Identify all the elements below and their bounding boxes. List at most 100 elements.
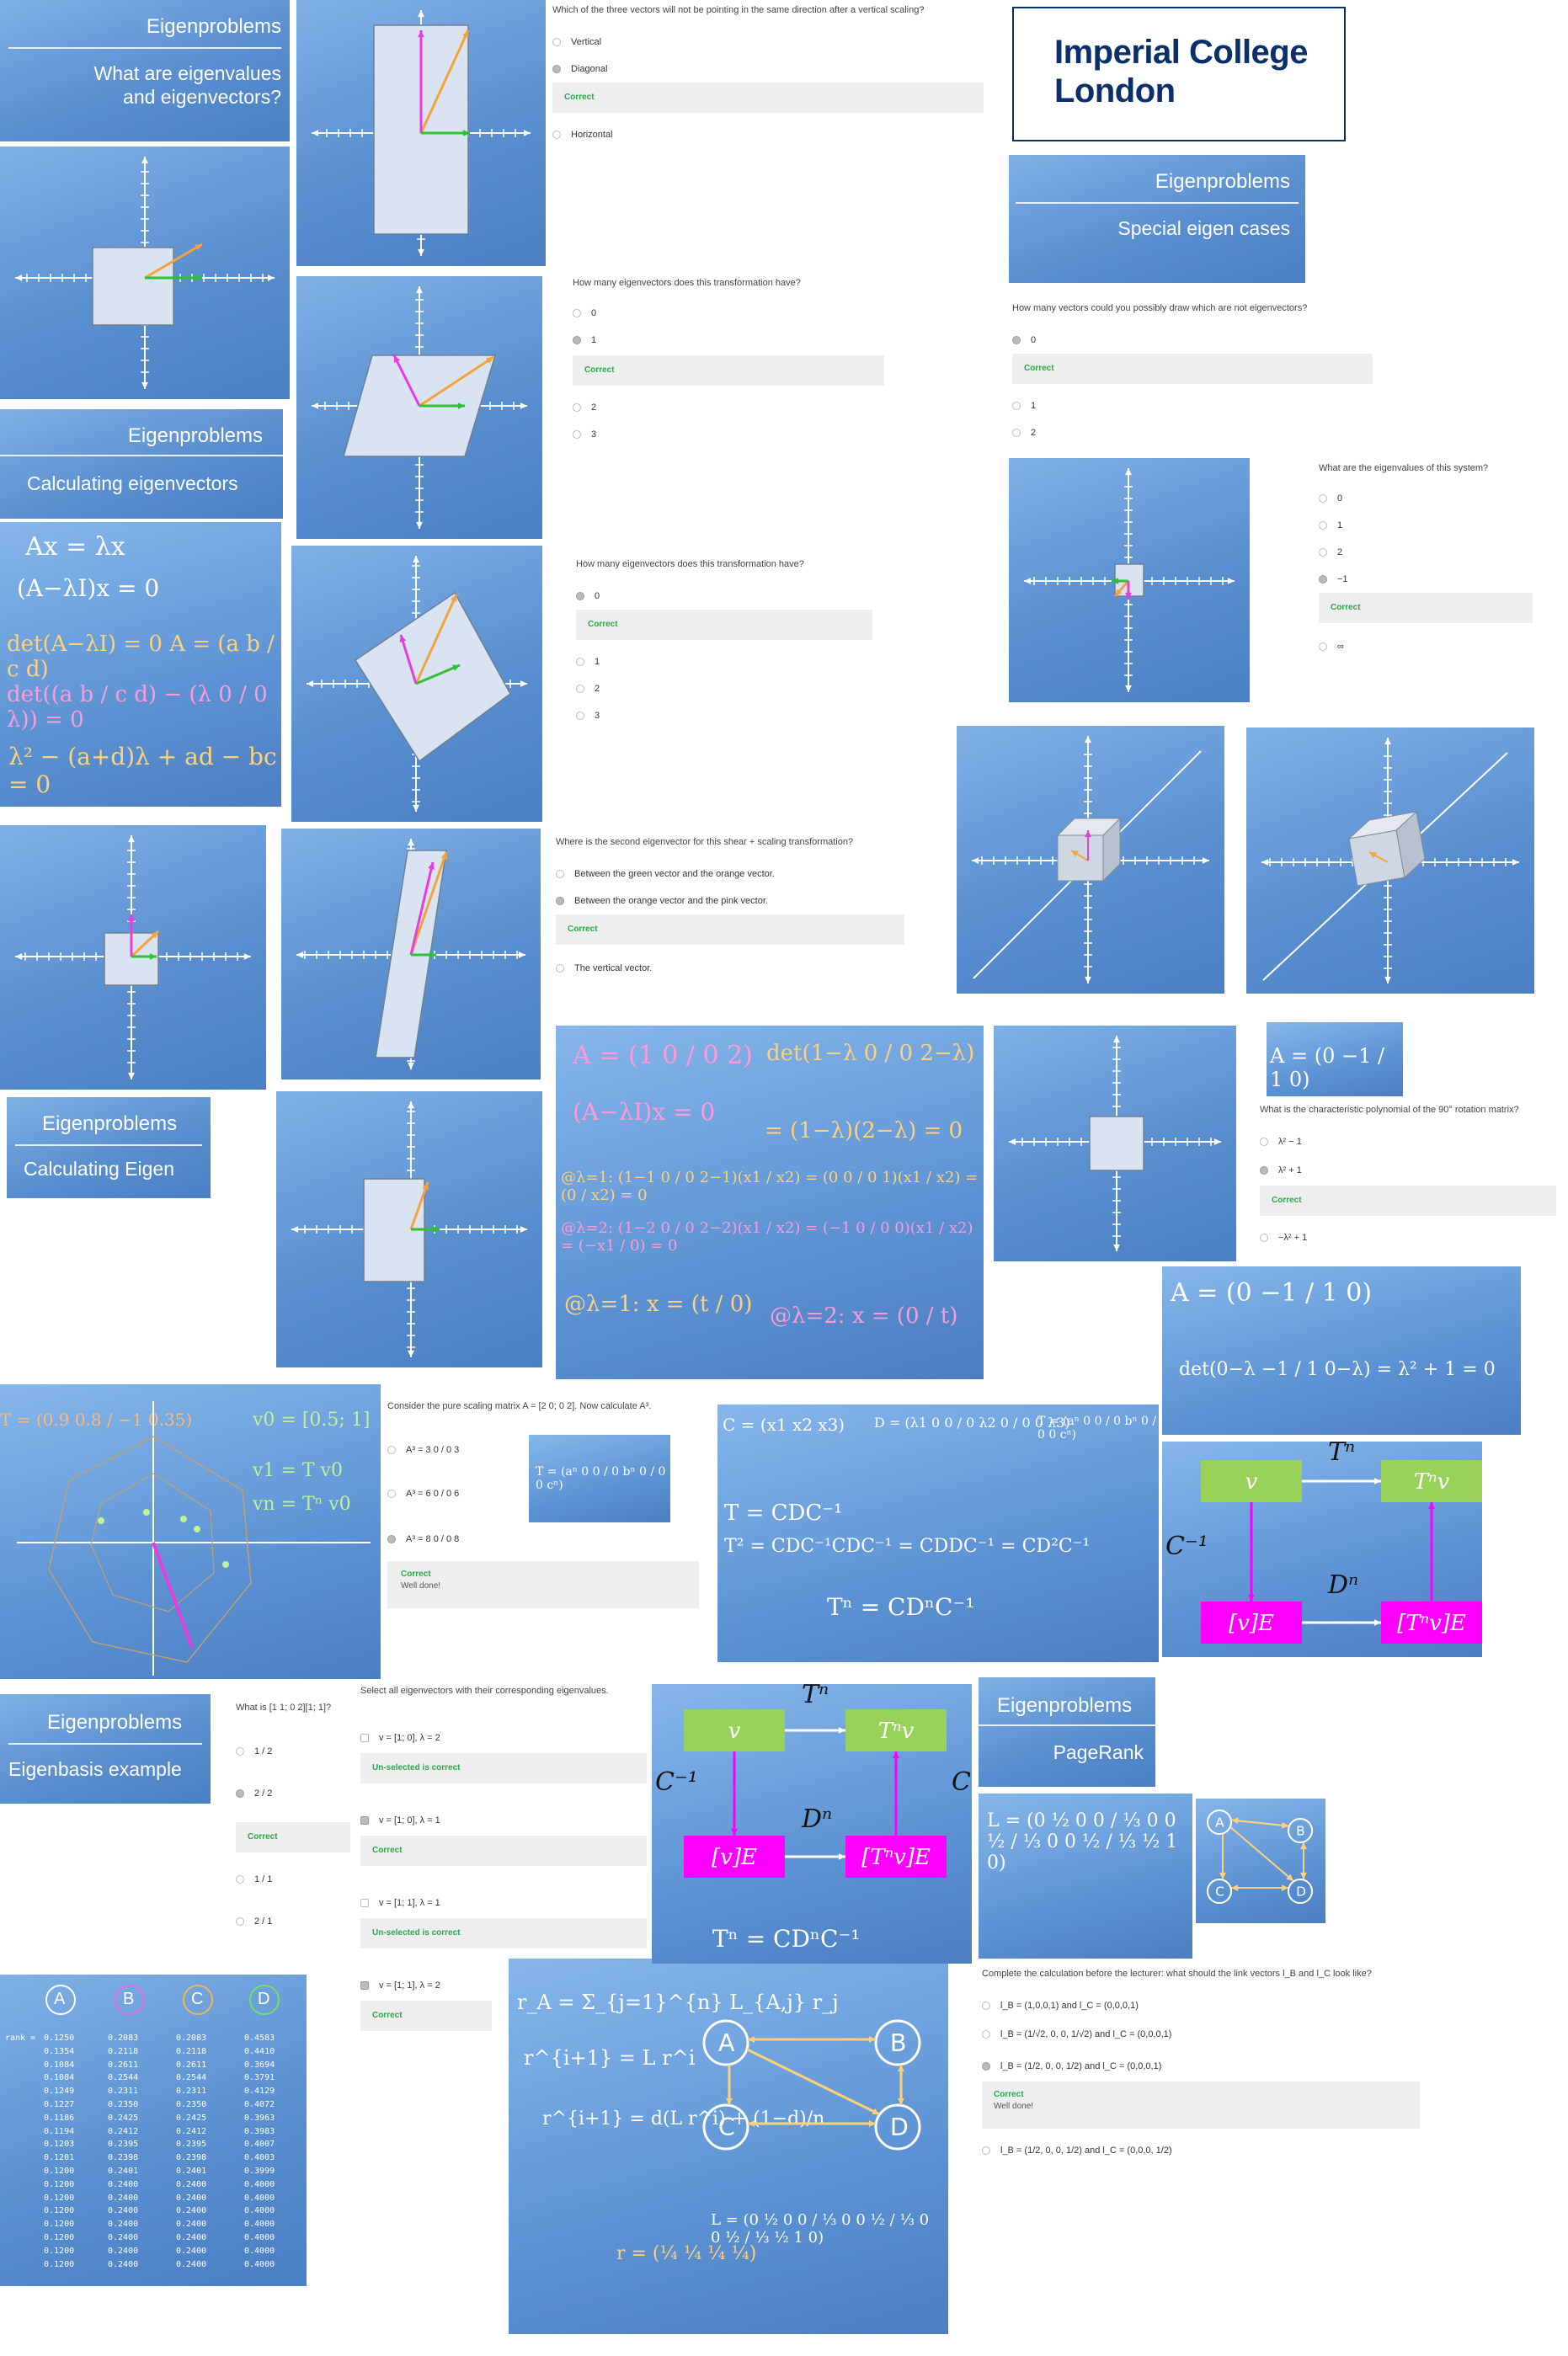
quiz-option[interactable]: ∞	[1319, 642, 1344, 652]
radio-icon[interactable]	[1260, 1234, 1268, 1243]
radio-icon[interactable]	[576, 658, 584, 667]
radio-icon[interactable]	[1012, 429, 1021, 438]
quiz-checkbox-option[interactable]: v = [1; 1], λ = 1	[360, 1898, 440, 1908]
quiz-feedback: Correct	[360, 1836, 647, 1866]
radio-icon[interactable]	[387, 1446, 396, 1455]
table-cell: 0.4129	[244, 2087, 275, 2097]
quiz-option[interactable]: l_B = (1,0,0,1) and l_C = (0,0,0,1)	[982, 2001, 1139, 2011]
title-card-eigenbasis-example: Eigenproblems Eigenbasis example	[0, 1694, 211, 1804]
radio-icon[interactable]	[982, 2030, 990, 2039]
quiz-option[interactable]: 1	[1012, 401, 1036, 411]
quiz-option[interactable]: 2	[573, 402, 596, 413]
quiz-option[interactable]: 0	[1319, 493, 1342, 504]
quiz-option[interactable]: Horizontal	[552, 130, 613, 140]
quiz-option[interactable]: A³ = 3 0 / 0 3	[387, 1445, 459, 1455]
radio-icon[interactable]	[1319, 575, 1327, 584]
table-cell: 0.1200	[44, 2233, 75, 2242]
radio-icon[interactable]	[552, 38, 561, 47]
radio-icon[interactable]	[556, 964, 564, 973]
card-heading: Eigenproblems	[146, 15, 281, 38]
radio-icon[interactable]	[1319, 494, 1327, 504]
table-cell: 0.1200	[44, 2167, 75, 2176]
radio-icon[interactable]	[1012, 402, 1021, 411]
radio-icon[interactable]	[556, 870, 564, 879]
quiz-option-selected[interactable]: λ² + 1	[1260, 1165, 1302, 1175]
radio-icon[interactable]	[236, 1917, 244, 1927]
board-line: L = (0 ½ 0 0 / ⅓ 0 0 ½ / ⅓ 0 0 ½ / ⅓ ½ 1…	[987, 1810, 1178, 1874]
radio-icon[interactable]	[576, 712, 584, 721]
radio-icon[interactable]	[552, 131, 561, 140]
iterate-point	[180, 1516, 187, 1522]
chalkboard-link-graph: A B C D	[1196, 1799, 1325, 1923]
box-vE-label: [v]E	[1229, 1611, 1274, 1636]
quiz-option[interactable]: The vertical vector.	[556, 963, 652, 973]
radio-icon[interactable]	[552, 65, 561, 74]
checkbox-icon[interactable]	[360, 1816, 369, 1826]
axis-plot-svg	[972, 736, 1209, 983]
radio-icon[interactable]	[387, 1535, 396, 1544]
quiz-option[interactable]: 1	[576, 657, 600, 667]
quiz-option[interactable]: Vertical	[552, 37, 601, 47]
quiz-option-selected[interactable]: A³ = 8 0 / 0 8	[387, 1534, 459, 1544]
quiz-option-selected[interactable]: 2 / 2	[236, 1788, 272, 1799]
radio-icon[interactable]	[573, 403, 581, 413]
quiz-option-selected[interactable]: 1	[573, 335, 596, 345]
quiz-option[interactable]: Between the green vector and the orange …	[556, 869, 775, 879]
table-cell: 0.2401	[108, 2167, 139, 2176]
radio-icon[interactable]	[236, 1789, 244, 1799]
table-cell: 0.1203	[44, 2140, 75, 2150]
quiz-option[interactable]: 0	[573, 308, 596, 318]
radio-icon[interactable]	[1319, 521, 1327, 530]
radio-icon[interactable]	[573, 430, 581, 440]
quiz-option[interactable]: 1	[1319, 520, 1342, 530]
quiz-checkbox-option-selected[interactable]: v = [1; 1], λ = 2	[360, 1980, 440, 1991]
quiz-option[interactable]: 1 / 2	[236, 1746, 272, 1756]
cube-face	[1057, 834, 1104, 882]
radio-icon[interactable]	[1260, 1138, 1268, 1147]
radio-icon[interactable]	[556, 897, 564, 906]
quiz-option[interactable]: λ² − 1	[1260, 1137, 1302, 1147]
quiz-option-selected[interactable]: Diagonal	[552, 64, 607, 74]
checkbox-icon[interactable]	[360, 1899, 369, 1908]
radio-icon[interactable]	[576, 592, 584, 601]
quiz-option[interactable]: 2	[1319, 547, 1342, 557]
quiz-option[interactable]: 2	[576, 684, 600, 694]
quiz-option[interactable]: 2 / 1	[236, 1916, 272, 1927]
radio-icon[interactable]	[982, 2002, 990, 2011]
quiz-option[interactable]: l_B = (1/√2, 0, 0, 1/√2) and l_C = (0,0,…	[982, 2029, 1171, 2039]
radio-icon[interactable]	[236, 1875, 244, 1884]
radio-icon[interactable]	[982, 2146, 990, 2156]
quiz-option[interactable]: 3	[576, 711, 600, 721]
radio-icon[interactable]	[1319, 548, 1327, 557]
checkbox-icon[interactable]	[360, 1734, 369, 1743]
quiz-option[interactable]: l_B = (1/2, 0, 0, 1/2) and l_C = (0,0,0,…	[982, 2145, 1172, 2156]
quiz-option[interactable]: A³ = 6 0 / 0 6	[387, 1489, 459, 1499]
checkbox-icon[interactable]	[360, 1981, 369, 1991]
quiz-option[interactable]: 3	[573, 429, 596, 440]
axis-plot-square	[0, 147, 290, 399]
quiz-option-selected[interactable]: 0	[576, 591, 600, 601]
quiz-option-selected[interactable]: −1	[1319, 574, 1348, 584]
radio-icon[interactable]	[1012, 336, 1021, 345]
quiz-option-selected[interactable]: l_B = (1/2, 0, 0, 1/2) and l_C = (0,0,0,…	[982, 2061, 1161, 2071]
quiz-checkbox-option-selected[interactable]: v = [1; 0], λ = 1	[360, 1815, 440, 1826]
radio-icon[interactable]	[573, 309, 581, 318]
quiz-option[interactable]: −λ² + 1	[1260, 1233, 1307, 1243]
radio-icon[interactable]	[387, 1490, 396, 1499]
radio-icon[interactable]	[1319, 642, 1327, 652]
radio-icon[interactable]	[576, 685, 584, 694]
board-line: T² = CDC⁻¹CDC⁻¹ = CDDC⁻¹ = CD²C⁻¹	[724, 1536, 1091, 1557]
radio-icon[interactable]	[236, 1747, 244, 1756]
quiz-checkbox-option[interactable]: v = [1; 0], λ = 2	[360, 1733, 440, 1743]
quiz-option[interactable]: 2	[1012, 428, 1036, 438]
quiz-question: How many vectors could you possibly draw…	[1012, 303, 1308, 313]
arrow-Cinv-head	[731, 1828, 738, 1836]
quiz-option[interactable]: 1 / 1	[236, 1874, 272, 1884]
radio-icon[interactable]	[1260, 1166, 1268, 1175]
quiz-option-selected[interactable]: Between the orange vector and the pink v…	[556, 896, 768, 906]
table-cell: 0.1201	[44, 2153, 75, 2163]
diagram-change-of-basis-formula: v Tⁿv [v]E [Tⁿv]E Tⁿ C⁻¹ C Dⁿ Tⁿ = CDⁿC⁻¹	[652, 1684, 972, 1964]
quiz-option-selected[interactable]: 0	[1012, 335, 1036, 345]
radio-icon[interactable]	[982, 2062, 990, 2071]
radio-icon[interactable]	[573, 336, 581, 345]
